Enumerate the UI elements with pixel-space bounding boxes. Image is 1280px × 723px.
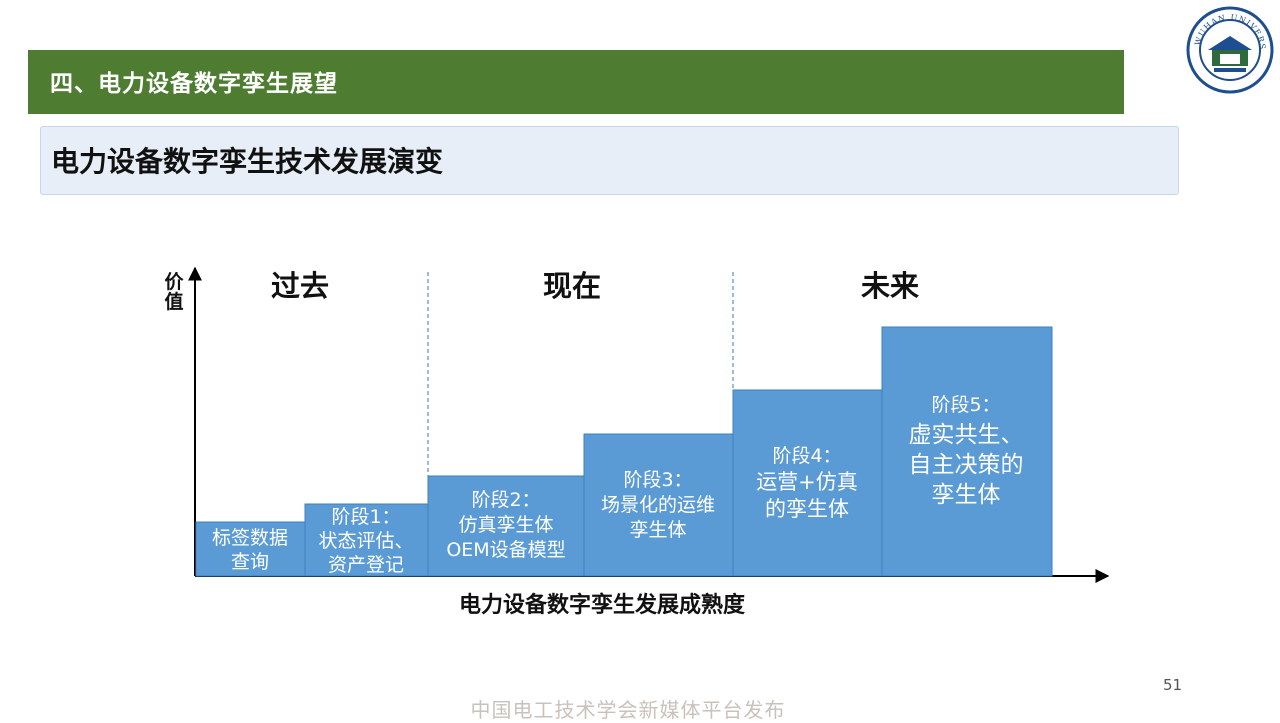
stage-4: 阶段4： 运营+仿真 的孪生体 (732, 389, 883, 577)
stage-4-line-1: 阶段4： (772, 445, 841, 467)
era-label-present: 现在 (543, 269, 601, 303)
stage-2-line-1: 阶段2： (471, 489, 540, 511)
stage-1-line-3: 资产登记 (328, 554, 404, 576)
page-number: 51 (1163, 676, 1183, 694)
stage-4-line-3: 的孪生体 (765, 497, 849, 521)
stage-0-line-2: 查询 (231, 551, 269, 573)
stage-5-line-2: 虚实共生、 (909, 422, 1024, 448)
stage-5-line-3: 自主决策的 (909, 452, 1024, 478)
y-axis-label-2: 值 (164, 290, 183, 313)
stage-1: 阶段1： 状态评估、 资产登记 (304, 503, 429, 577)
stage-5-line-4: 孪生体 (932, 482, 1001, 508)
stage-3: 阶段3： 场景化的运维 孪生体 (583, 433, 734, 577)
x-axis-label: 电力设备数字孪生发展成熟度 (459, 592, 746, 618)
stage-2: 阶段2： 仿真孪生体 OEM设备模型 (427, 475, 585, 577)
era-label-future: 未来 (861, 269, 919, 303)
stage-5-line-1: 阶段5： (931, 394, 1000, 416)
stage-4-line-2: 运营+仿真 (756, 470, 858, 494)
stage-1-line-1: 阶段1： (331, 506, 400, 528)
stage-0: 标签数据 查询 (195, 521, 306, 577)
stage-3-line-2: 场景化的运维 (601, 494, 715, 516)
stage-5: 阶段5： 虚实共生、 自主决策的 孪生体 (881, 326, 1053, 577)
stage-1-line-2: 状态评估、 (318, 530, 413, 552)
stage-3-line-3: 孪生体 (629, 519, 686, 541)
stage-2-line-2: 仿真孪生体 (458, 514, 553, 536)
stage-2-line-3: OEM设备模型 (446, 539, 565, 561)
stage-0-line-1: 标签数据 (212, 527, 288, 549)
y-axis-label-1: 价 (164, 271, 184, 293)
era-label-past: 过去 (271, 269, 329, 303)
stage-3-line-1: 阶段3： (623, 469, 692, 491)
maturity-diagram: 价 值 过去 现在 未来 标签数据 查询 阶段1： 状态评估、 资产登记 阶段2… (164, 266, 1110, 618)
